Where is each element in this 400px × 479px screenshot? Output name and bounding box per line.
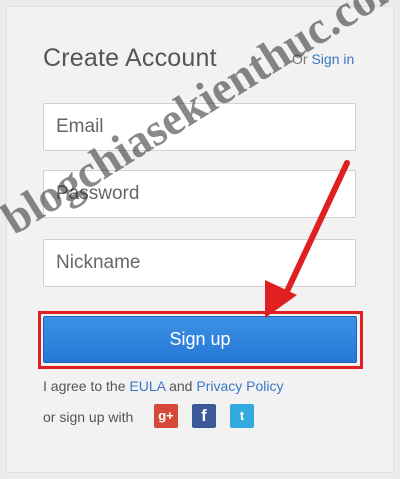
agree-prefix: I agree to the [43,378,126,394]
page-title: Create Account [43,44,217,72]
signin-text: Or Sign in [292,51,354,67]
password-field[interactable] [43,170,356,218]
privacy-policy-link[interactable]: Privacy Policy [196,378,283,394]
agree-and: and [169,378,193,394]
social-label: or sign up with [43,409,134,425]
google-plus-icon[interactable]: g+ [154,404,178,428]
signin-link[interactable]: Sign in [311,51,354,67]
facebook-icon[interactable]: f [192,404,216,428]
agree-text: I agree to the EULA and Privacy Policy [43,378,284,394]
nickname-field[interactable] [43,239,356,287]
twitter-icon[interactable]: t [230,404,254,428]
signin-prefix: Or [292,51,308,67]
email-field[interactable] [43,103,356,151]
signup-button[interactable]: Sign up [43,316,357,363]
eula-link[interactable]: EULA [129,378,165,394]
